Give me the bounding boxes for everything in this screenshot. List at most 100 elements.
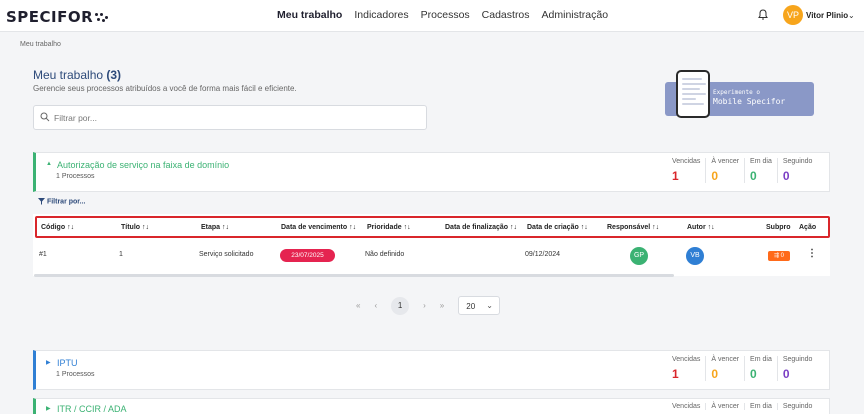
- group-stats: Vencidas 1 À vencer 0 Em dia 0 Seguindo 0: [667, 158, 817, 183]
- stat-a-vencer: À vencer 0: [705, 356, 744, 381]
- group-title[interactable]: IPTU: [57, 358, 78, 368]
- process-group-3[interactable]: ▶ ITR / CCIR / ADA Vencidas À vencer Em …: [33, 398, 830, 414]
- group-stats: Vencidas À vencer Em dia Seguindo: [667, 403, 817, 410]
- more-actions-icon[interactable]: ⋮: [807, 248, 817, 259]
- chevron-down-icon: ⌄: [486, 301, 493, 310]
- autor-avatar[interactable]: VB: [686, 247, 704, 265]
- col-label: Subpro: [766, 224, 791, 231]
- col-etapa[interactable]: Etapa ↑↓: [201, 224, 229, 231]
- subprocess-icon: ⇶: [773, 253, 779, 259]
- group-count: 1 Processos: [56, 371, 95, 378]
- user-avatar[interactable]: VP: [783, 5, 803, 25]
- sort-icon: ↑↓: [509, 224, 517, 231]
- group-title[interactable]: ITR / CCIR / ADA: [57, 404, 127, 414]
- sort-icon: ↑↓: [580, 224, 588, 231]
- sort-icon: ↑↓: [707, 224, 715, 231]
- main-nav: Meu trabalho Indicadores Processos Cadas…: [277, 9, 620, 21]
- col-data-criacao[interactable]: Data de criação ↑↓: [527, 224, 588, 231]
- phone-icon: [676, 70, 710, 118]
- search-input[interactable]: Filtrar por...: [33, 105, 427, 130]
- expand-arrow-icon[interactable]: ▶: [46, 359, 51, 366]
- stat-label: À vencer: [711, 403, 740, 410]
- col-data-finalizacao[interactable]: Data de finalização ↑↓: [445, 224, 517, 231]
- logo[interactable]: SPECIFOR: [6, 8, 109, 26]
- first-page-button[interactable]: «: [356, 301, 360, 310]
- process-group-2[interactable]: ▶ IPTU 1 Processos Vencidas 1 À vencer 0 E…: [33, 350, 830, 390]
- top-bar: SPECIFOR Meu trabalho Indicadores Proces…: [0, 0, 864, 32]
- promo-line2: Mobile Specifor: [713, 97, 786, 106]
- filter-link[interactable]: Filtrar por...: [38, 198, 85, 205]
- horizontal-scrollbar[interactable]: [34, 274, 674, 277]
- page-size-select[interactable]: 20 ⌄: [458, 296, 501, 315]
- process-table: Código ↑↓ Título ↑↓ Etapa ↑↓ Data de ven…: [33, 214, 830, 276]
- stat-label: Seguindo: [782, 356, 813, 363]
- stat-a-vencer: À vencer 0: [705, 158, 744, 183]
- stat-value: 0: [750, 169, 757, 183]
- cell-data-criacao: 09/12/2024: [525, 251, 561, 258]
- page-title: Meu trabalho (3): [33, 68, 121, 82]
- collapse-arrow-icon[interactable]: ▲: [46, 161, 52, 167]
- nav-cadastros[interactable]: Cadastros: [482, 9, 530, 21]
- group-count: 1 Processos: [56, 173, 95, 180]
- stat-value: 0: [711, 367, 719, 381]
- col-label: Código: [41, 224, 66, 231]
- cell-prioridade: Não definido: [365, 251, 405, 258]
- page-size-value: 20: [466, 302, 476, 311]
- chevron-down-icon[interactable]: ⌄: [848, 11, 855, 20]
- prev-page-button[interactable]: ‹: [374, 301, 377, 310]
- stat-label: Vencidas: [672, 356, 701, 363]
- col-label: Autor: [687, 224, 706, 231]
- nav-processos[interactable]: Processos: [421, 9, 470, 21]
- group-title[interactable]: Autorização de serviço na faixa de domín…: [57, 160, 229, 170]
- nav-indicadores[interactable]: Indicadores: [354, 9, 408, 21]
- mobile-promo-banner[interactable]: Experimente o Mobile Specifor: [665, 70, 814, 118]
- stat-value: 0: [750, 367, 757, 381]
- user-name[interactable]: Vitor Plinio: [806, 11, 848, 20]
- stat-label: À vencer: [711, 158, 740, 165]
- col-subpro[interactable]: Subpro: [766, 224, 791, 231]
- page-title-text: Meu trabalho: [33, 68, 104, 82]
- logo-text: SPECIFOR: [6, 8, 94, 26]
- stat-seguindo: Seguindo 0: [776, 158, 818, 183]
- stat-value: 0: [782, 367, 790, 381]
- col-prioridade[interactable]: Prioridade ↑↓: [367, 224, 411, 231]
- col-titulo[interactable]: Título ↑↓: [121, 224, 149, 231]
- col-label: Ação: [799, 224, 817, 231]
- col-autor[interactable]: Autor ↑↓: [687, 224, 715, 231]
- filter-icon: [38, 198, 45, 205]
- col-label: Responsável: [607, 224, 651, 231]
- group-stats: Vencidas 1 À vencer 0 Em dia 0 Seguindo 0: [667, 356, 817, 381]
- col-label: Data de finalização: [445, 224, 509, 231]
- stat-value: 1: [672, 169, 679, 183]
- stat-label: Vencidas: [672, 158, 701, 165]
- process-group-1[interactable]: ▲ Autorização de serviço na faixa de dom…: [33, 152, 830, 192]
- filter-link-label: Filtrar por...: [46, 198, 86, 206]
- stat-vencidas: Vencidas: [667, 403, 705, 410]
- nav-meu-trabalho[interactable]: Meu trabalho: [277, 9, 342, 21]
- stat-label: Seguindo: [782, 403, 813, 410]
- col-label: Data de criação: [527, 224, 579, 231]
- sort-icon: ↑↓: [652, 224, 660, 231]
- stat-value: 0: [782, 169, 790, 183]
- col-label: Data de vencimento: [281, 224, 348, 231]
- last-page-button[interactable]: »: [440, 301, 444, 310]
- bell-icon[interactable]: [758, 9, 768, 21]
- col-data-vencimento[interactable]: Data de vencimento ↑↓: [281, 224, 356, 231]
- sort-icon: ↑↓: [403, 224, 411, 231]
- expand-arrow-icon[interactable]: ▶: [46, 405, 51, 412]
- col-codigo[interactable]: Código ↑↓: [41, 224, 74, 231]
- next-page-button[interactable]: ›: [423, 301, 426, 310]
- current-page-button[interactable]: 1: [391, 296, 410, 315]
- stat-label: À vencer: [711, 356, 740, 363]
- responsavel-avatar[interactable]: GP: [630, 247, 648, 265]
- cell-codigo: #1: [39, 251, 47, 258]
- due-date-badge: 23/07/2025: [280, 249, 335, 262]
- breadcrumb[interactable]: Meu trabalho: [20, 41, 61, 48]
- stat-seguindo: Seguindo 0: [776, 356, 818, 381]
- subprocess-badge[interactable]: ⇶ 0: [768, 251, 790, 261]
- col-responsavel[interactable]: Responsável ↑↓: [607, 224, 659, 231]
- sort-icon: ↑↓: [67, 224, 75, 231]
- page-title-count: (3): [106, 68, 122, 82]
- nav-administracao[interactable]: Administração: [542, 9, 609, 21]
- col-label: Prioridade: [367, 224, 402, 231]
